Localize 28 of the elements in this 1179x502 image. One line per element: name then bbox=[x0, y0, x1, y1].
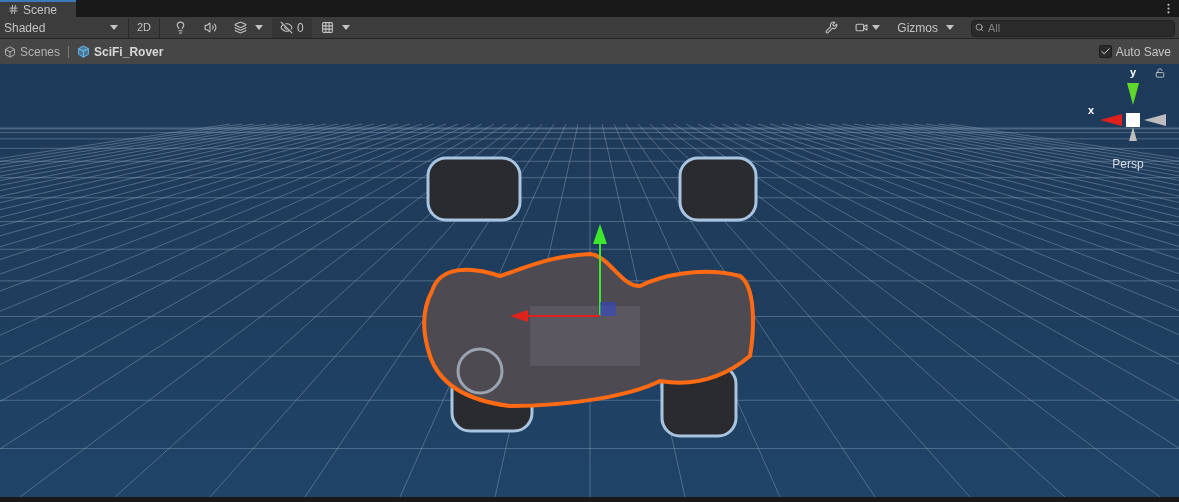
scene-tab[interactable]: Scene bbox=[0, 0, 76, 17]
wrench-icon bbox=[825, 21, 839, 34]
search-field[interactable]: All bbox=[971, 19, 1175, 37]
caret-icon[interactable] bbox=[341, 25, 350, 30]
y-axis-label: y bbox=[1130, 65, 1137, 80]
caret-icon[interactable] bbox=[872, 25, 881, 30]
caret-icon[interactable] bbox=[946, 25, 954, 30]
breadcrumb-item[interactable]: Scenes bbox=[4, 42, 61, 61]
scene-viewport[interactable]: x y Persp bbox=[0, 64, 1179, 497]
cube-outline-icon bbox=[4, 45, 16, 58]
cube-icon bbox=[77, 45, 91, 58]
caret-icon[interactable] bbox=[110, 25, 118, 30]
auto-save-checkbox[interactable]: Auto Save bbox=[1098, 42, 1175, 61]
checkmark-icon bbox=[1099, 46, 1111, 57]
camera-icon bbox=[855, 21, 869, 34]
grid-icon bbox=[320, 21, 334, 34]
grid-icon bbox=[8, 4, 19, 15]
eye-off-icon bbox=[280, 21, 294, 34]
projection-toggle[interactable]: Persp bbox=[1112, 154, 1144, 173]
search-icon bbox=[975, 23, 984, 32]
hidden-objects-button[interactable]: 0 bbox=[272, 17, 312, 38]
breadcrumb-item[interactable]: SciFi_Rover bbox=[77, 42, 164, 61]
speaker-icon bbox=[204, 21, 218, 34]
layers-icon bbox=[234, 21, 248, 34]
2d-mode-button[interactable]: 2D bbox=[128, 17, 161, 38]
caret-icon[interactable] bbox=[255, 25, 264, 30]
x-axis-label: x bbox=[1087, 103, 1095, 118]
unlock-icon[interactable] bbox=[1155, 68, 1165, 78]
